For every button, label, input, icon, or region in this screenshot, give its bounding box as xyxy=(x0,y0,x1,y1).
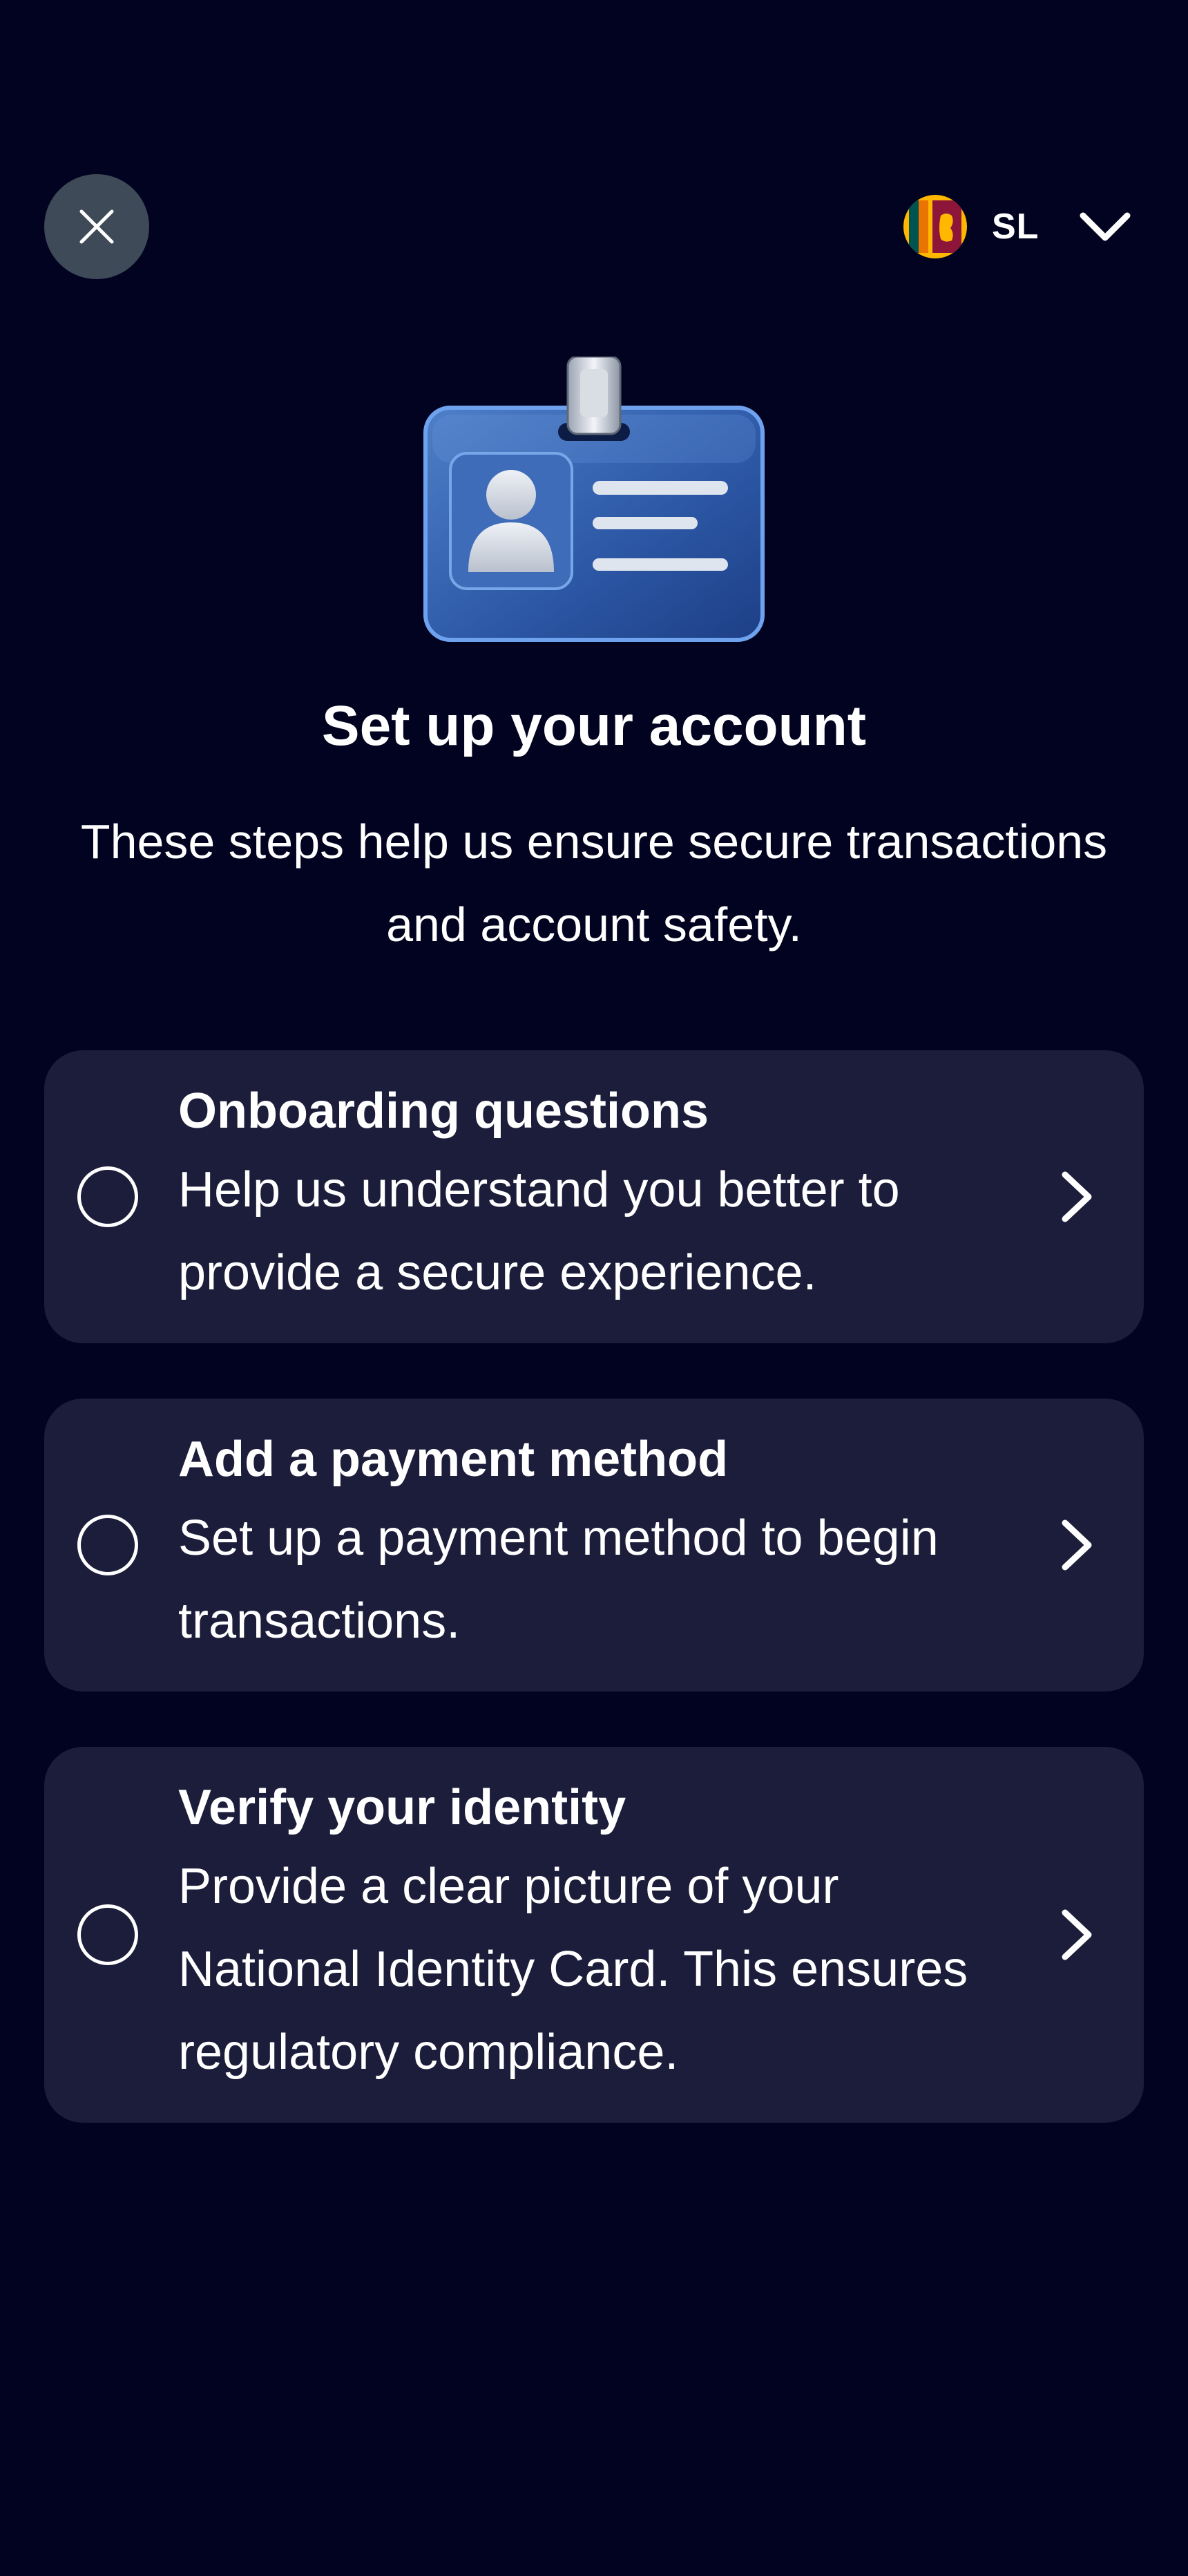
chevron-right-icon xyxy=(1062,1171,1092,1222)
chevron-right-icon xyxy=(1062,1909,1092,1960)
step-card-add-payment-method[interactable]: Add a payment method Set up a payment me… xyxy=(44,1399,1144,1692)
step-title: Add a payment method xyxy=(178,1432,729,1487)
chevron-right-icon xyxy=(1062,1519,1092,1571)
step-title: Onboarding questions xyxy=(178,1083,709,1139)
step-description: Provide a clear picture of your National… xyxy=(178,1859,968,2080)
page-title: Set up your account xyxy=(321,694,867,757)
step-card-onboarding-questions[interactable]: Onboarding questions Help us understand … xyxy=(44,1050,1144,1343)
step-status-radio xyxy=(77,1166,138,1227)
step-description: Help us understand you better to provide… xyxy=(178,1162,900,1300)
close-icon xyxy=(79,209,114,244)
chevron-down-icon xyxy=(1080,212,1131,241)
step-status-radio xyxy=(77,1515,138,1575)
step-description: Set up a payment method to begin transac… xyxy=(178,1510,939,1649)
step-status-radio xyxy=(77,1904,138,1965)
language-selector[interactable]: SL xyxy=(903,193,1131,260)
language-code: SL xyxy=(992,207,1040,247)
id-badge-icon xyxy=(423,357,765,642)
step-title: Verify your identity xyxy=(178,1780,626,1835)
sri-lanka-flag-icon xyxy=(903,195,967,258)
close-button[interactable] xyxy=(44,174,149,279)
step-card-verify-identity[interactable]: Verify your identity Provide a clear pic… xyxy=(44,1747,1144,2123)
page-subtitle: These steps help us ensure secure transa… xyxy=(80,815,1108,951)
